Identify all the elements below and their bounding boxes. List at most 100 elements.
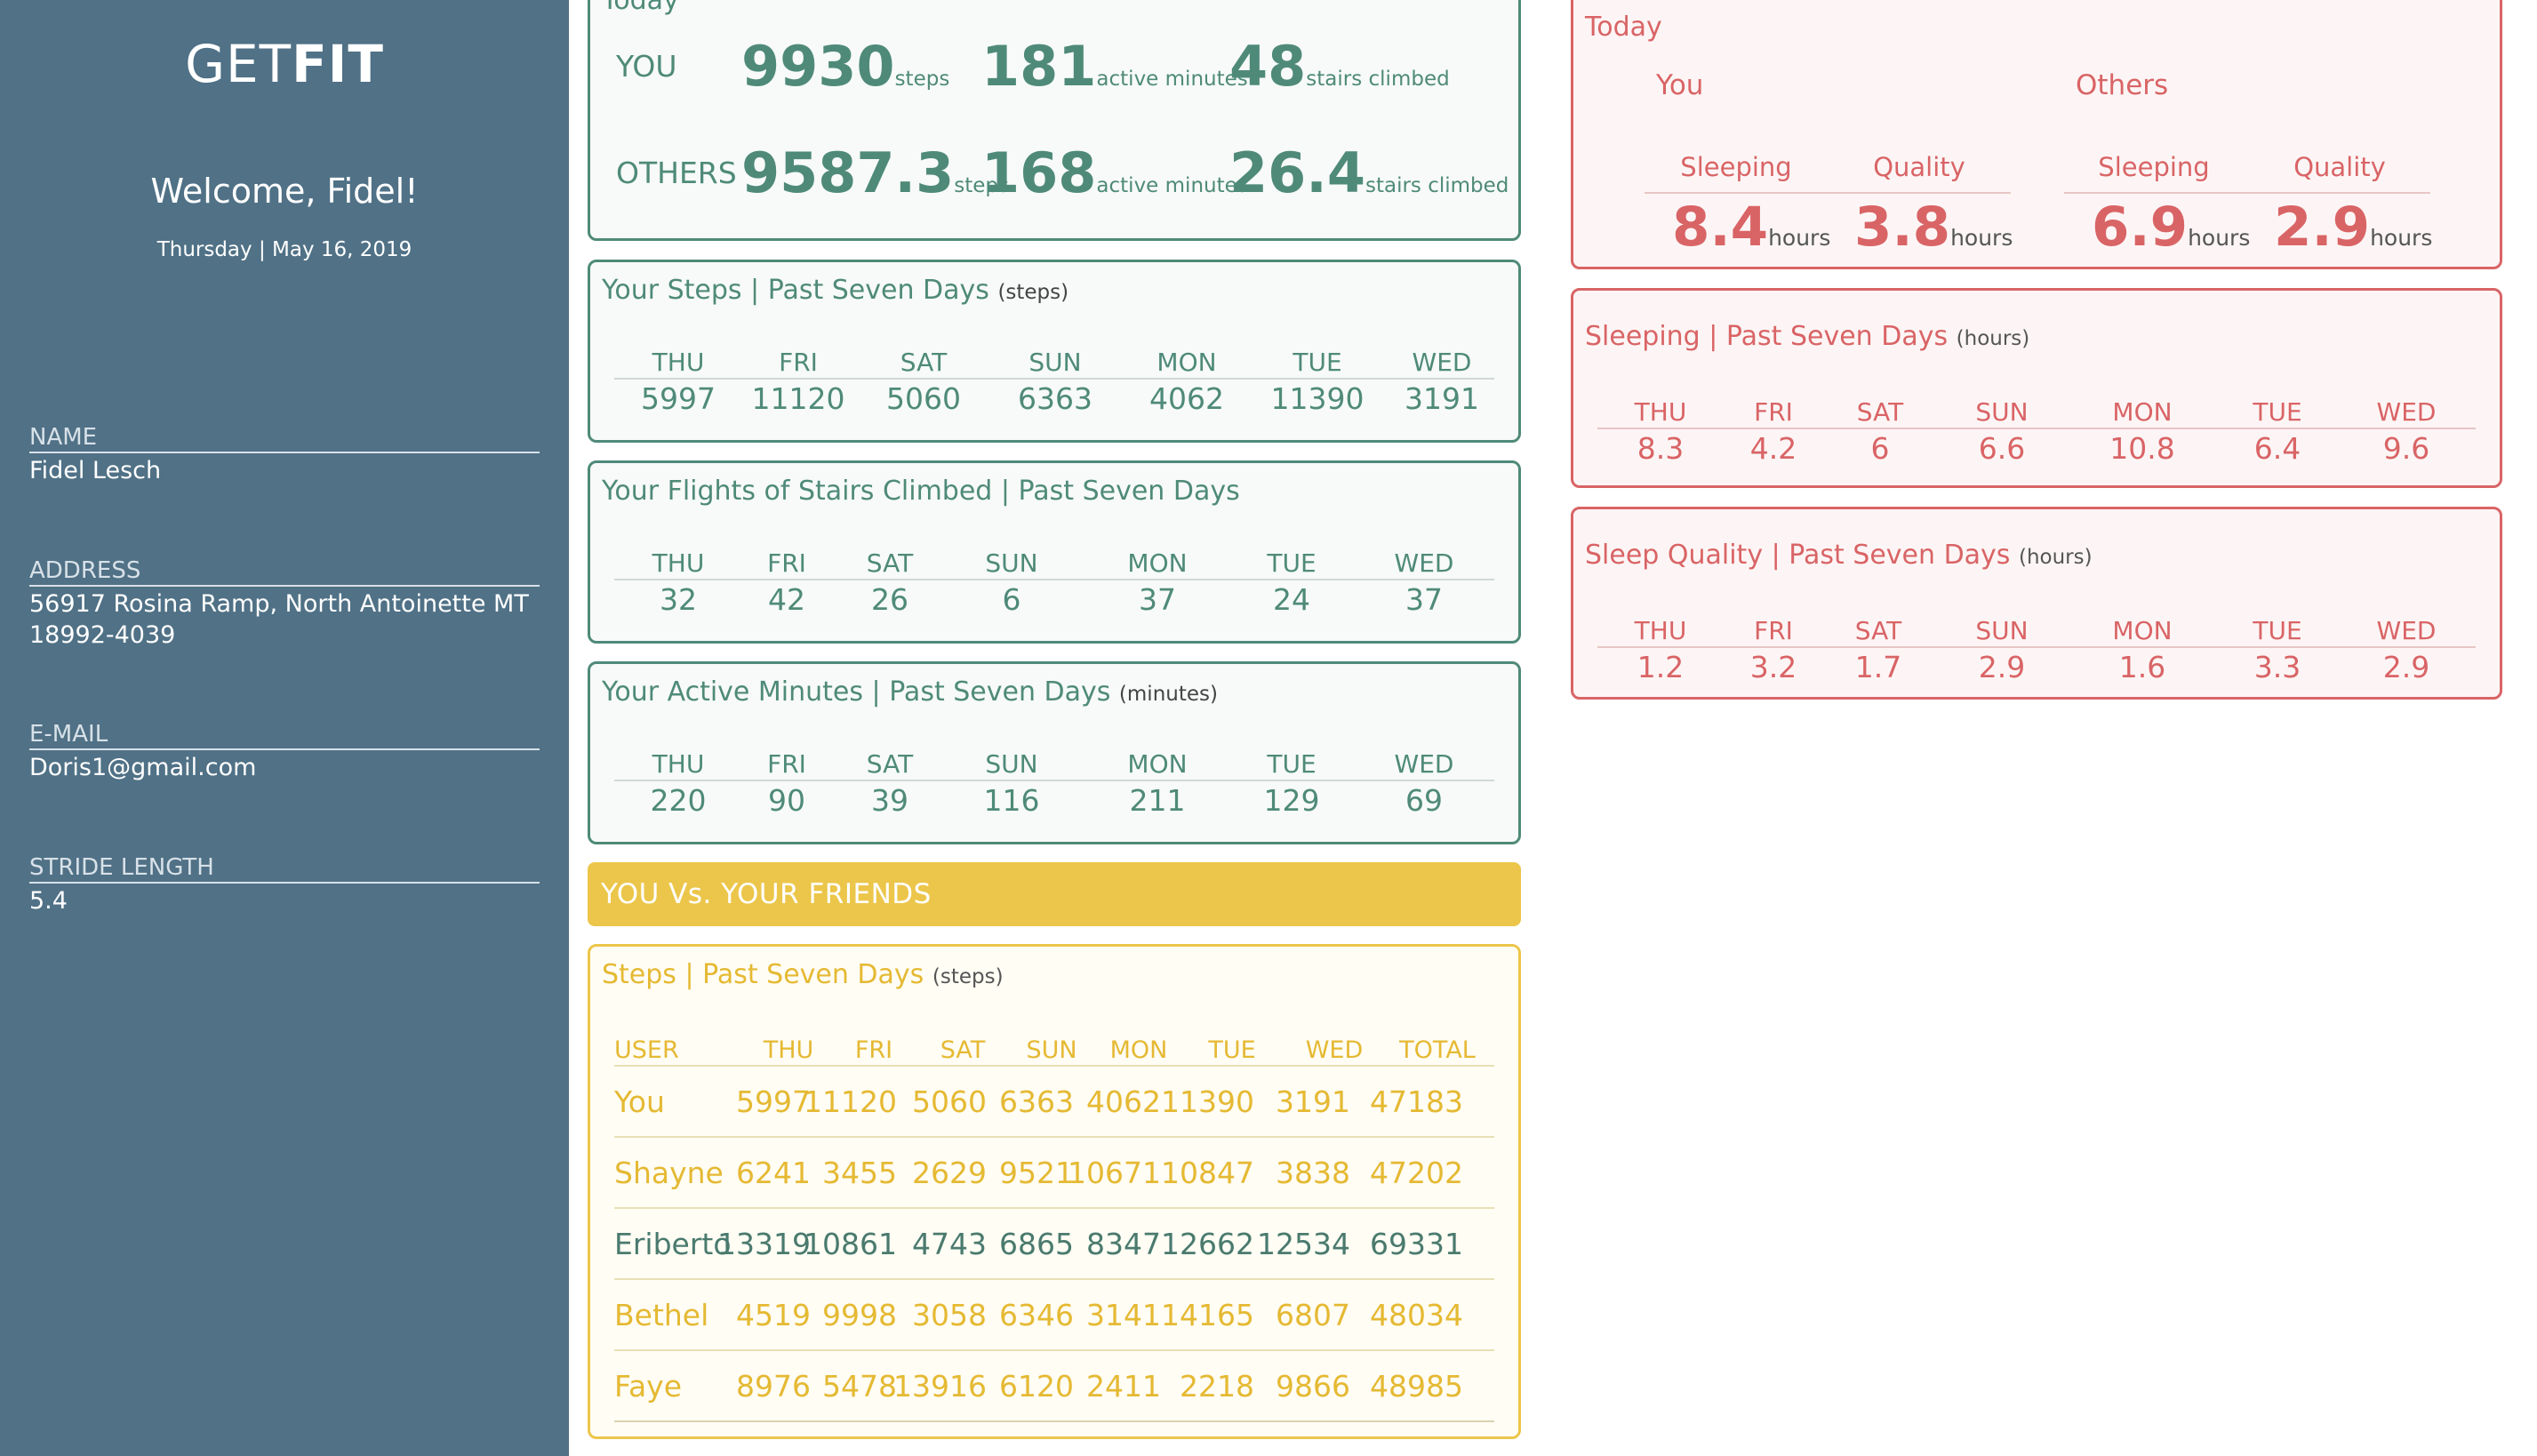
day-value: 4062: [1149, 381, 1224, 416]
others-steps: 9587.3steps: [741, 140, 1009, 205]
field-value-line2: 18992-4039: [29, 621, 176, 649]
table-row: Faye 8976 5478 13916 6120 2411 2218 9866 48985: [614, 1351, 1494, 1422]
title-text: Steps | Past Seven Days: [602, 959, 924, 990]
field-label: NAME: [29, 423, 540, 453]
day-steps-cell: 3838: [1276, 1156, 1350, 1190]
day-steps-cell: 9521: [999, 1156, 1074, 1190]
day-steps-cell: 8347: [1086, 1227, 1161, 1261]
day-header: THU: [652, 749, 705, 779]
card-title: Steps | Past Seven Days (steps): [602, 959, 1004, 990]
day-header: TUE: [2253, 616, 2302, 645]
column-header: THU: [763, 1036, 814, 1064]
day-value: 6: [1002, 582, 1021, 617]
day-steps-cell: 14165: [1161, 1298, 1254, 1332]
day-steps-cell: 3191: [1276, 1084, 1350, 1119]
you-active-minutes: 181active minutes: [981, 34, 1248, 99]
others-sleeping-value: 6.9hours: [2092, 196, 2250, 259]
sleep-quality-week-card: Sleep Quality | Past Seven Days (hours) …: [1571, 507, 2502, 700]
profile-address: ADDRESS 56917 Rosina Ramp, North Antoine…: [29, 556, 540, 651]
you-sleeping-value: 8.4hours: [1672, 196, 1830, 259]
user-name: Bethel: [614, 1298, 709, 1332]
others-active-minutes: 168active minutes: [981, 140, 1248, 205]
total-steps-cell: 69331: [1370, 1227, 1463, 1261]
day-value: 32: [660, 582, 697, 617]
table-row: Bethel 4519 9998 3058 6346 3141 14165 6807 48034: [614, 1280, 1494, 1351]
field-value: Fidel Lesch: [29, 457, 162, 484]
column-header: FRI: [854, 1036, 893, 1064]
day-value: 1.6: [2118, 650, 2166, 684]
day-header: WED: [1412, 348, 1472, 377]
welcome-message: Welcome, Fidel!: [150, 172, 419, 211]
day-value: 37: [1139, 582, 1176, 617]
day-value: 9.6: [2382, 431, 2430, 466]
total-steps-cell: 48985: [1370, 1369, 1463, 1404]
day-header: SAT: [866, 749, 914, 779]
day-steps-cell: 5478: [822, 1369, 897, 1404]
day-header: FRI: [767, 548, 806, 578]
column-header: SUN: [1026, 1036, 1077, 1064]
day-value: 6.4: [2253, 431, 2301, 466]
day-steps-cell: 4519: [736, 1298, 811, 1332]
field-label: ADDRESS: [29, 556, 540, 587]
day-steps-cell: 2629: [912, 1156, 987, 1190]
day-header: THU: [1634, 616, 1687, 645]
friends-steps-table: USER THU FRI SAT SUN MON TUE WED TOTAL Y…: [614, 1031, 1494, 1422]
day-header-row: THU FRI SAT SUN MON TUE WED: [1597, 394, 2476, 429]
sidebar: GETFIT Welcome, Fidel! Thursday | May 16…: [0, 0, 569, 1456]
sleeping-week-card: Sleeping | Past Seven Days (hours) THU F…: [1571, 288, 2502, 488]
day-steps-cell: 4743: [912, 1227, 987, 1261]
day-steps-cell: 9998: [822, 1298, 897, 1332]
unit: stairs climbed: [1306, 68, 1450, 91]
title-unit: (steps): [932, 965, 1004, 988]
day-steps-cell: 5997: [736, 1084, 811, 1119]
day-value: 11120: [751, 381, 845, 416]
day-header: FRI: [767, 749, 806, 779]
title-unit: (hours): [1956, 327, 2030, 350]
day-header: SUN: [985, 548, 1038, 578]
user-name: Eriberto: [614, 1227, 732, 1261]
column-header: WED: [1305, 1036, 1364, 1064]
day-steps-cell: 3141: [1086, 1298, 1161, 1332]
friends-banner: YOU Vs. YOUR FRIENDS: [588, 862, 1521, 926]
day-steps-cell: 6807: [1276, 1298, 1350, 1332]
day-header: FRI: [779, 348, 818, 377]
divider: [1645, 192, 2011, 194]
total-steps-cell: 47202: [1370, 1156, 1463, 1190]
field-value: Doris1@gmail.com: [29, 754, 257, 781]
day-header: SUN: [1028, 348, 1082, 377]
value: 168: [981, 140, 1097, 205]
you-label: You: [1656, 69, 1704, 101]
day-header: FRI: [1754, 616, 1793, 645]
day-steps-cell: 3058: [912, 1298, 987, 1332]
column-header: TOTAL: [1399, 1036, 1476, 1064]
title-text: Sleep Quality | Past Seven Days: [1585, 540, 2011, 571]
value: 9930: [741, 34, 895, 99]
day-steps-cell: 11120: [804, 1084, 897, 1119]
day-value: 10.8: [2109, 431, 2175, 466]
day-value-row: 8.3 4.2 6 6.6 10.8 6.4 9.6: [1597, 429, 2476, 466]
app-logo: GETFIT: [0, 34, 569, 94]
active-minutes-week-card: Your Active Minutes | Past Seven Days (m…: [588, 661, 1521, 844]
you-quality-label: Quality: [1873, 152, 1965, 182]
others-stairs: 26.4stairs climbed: [1229, 140, 1509, 205]
day-header: WED: [2376, 616, 2437, 645]
day-value: 90: [768, 783, 805, 818]
title-unit: (minutes): [1118, 683, 1218, 706]
logo-light: GET: [185, 34, 292, 94]
table-header-row: USER THU FRI SAT SUN MON TUE WED TOTAL: [614, 1031, 1494, 1067]
you-stairs: 48stairs climbed: [1229, 34, 1450, 99]
card-title: Today: [602, 0, 679, 16]
table-row: You 5997 11120 5060 6363 4062 11390 3191 47183: [614, 1067, 1494, 1138]
day-header: MON: [1127, 548, 1188, 578]
value: 9587.3: [741, 140, 955, 205]
profile-name: NAME Fidel Lesch: [29, 423, 540, 486]
day-header: TUE: [1293, 348, 1342, 377]
day-header: THU: [1634, 397, 1687, 427]
day-header: MON: [2112, 616, 2173, 645]
current-date: Thursday | May 16, 2019: [156, 238, 412, 261]
day-value: 8.3: [1637, 431, 1685, 466]
day-header: WED: [2376, 397, 2437, 427]
card-title: Your Flights of Stairs Climbed | Past Se…: [602, 476, 1240, 507]
day-value-row: 5997 11120 5060 6363 4062 11390 3191: [614, 380, 1494, 416]
day-value: 1.2: [1637, 650, 1685, 684]
